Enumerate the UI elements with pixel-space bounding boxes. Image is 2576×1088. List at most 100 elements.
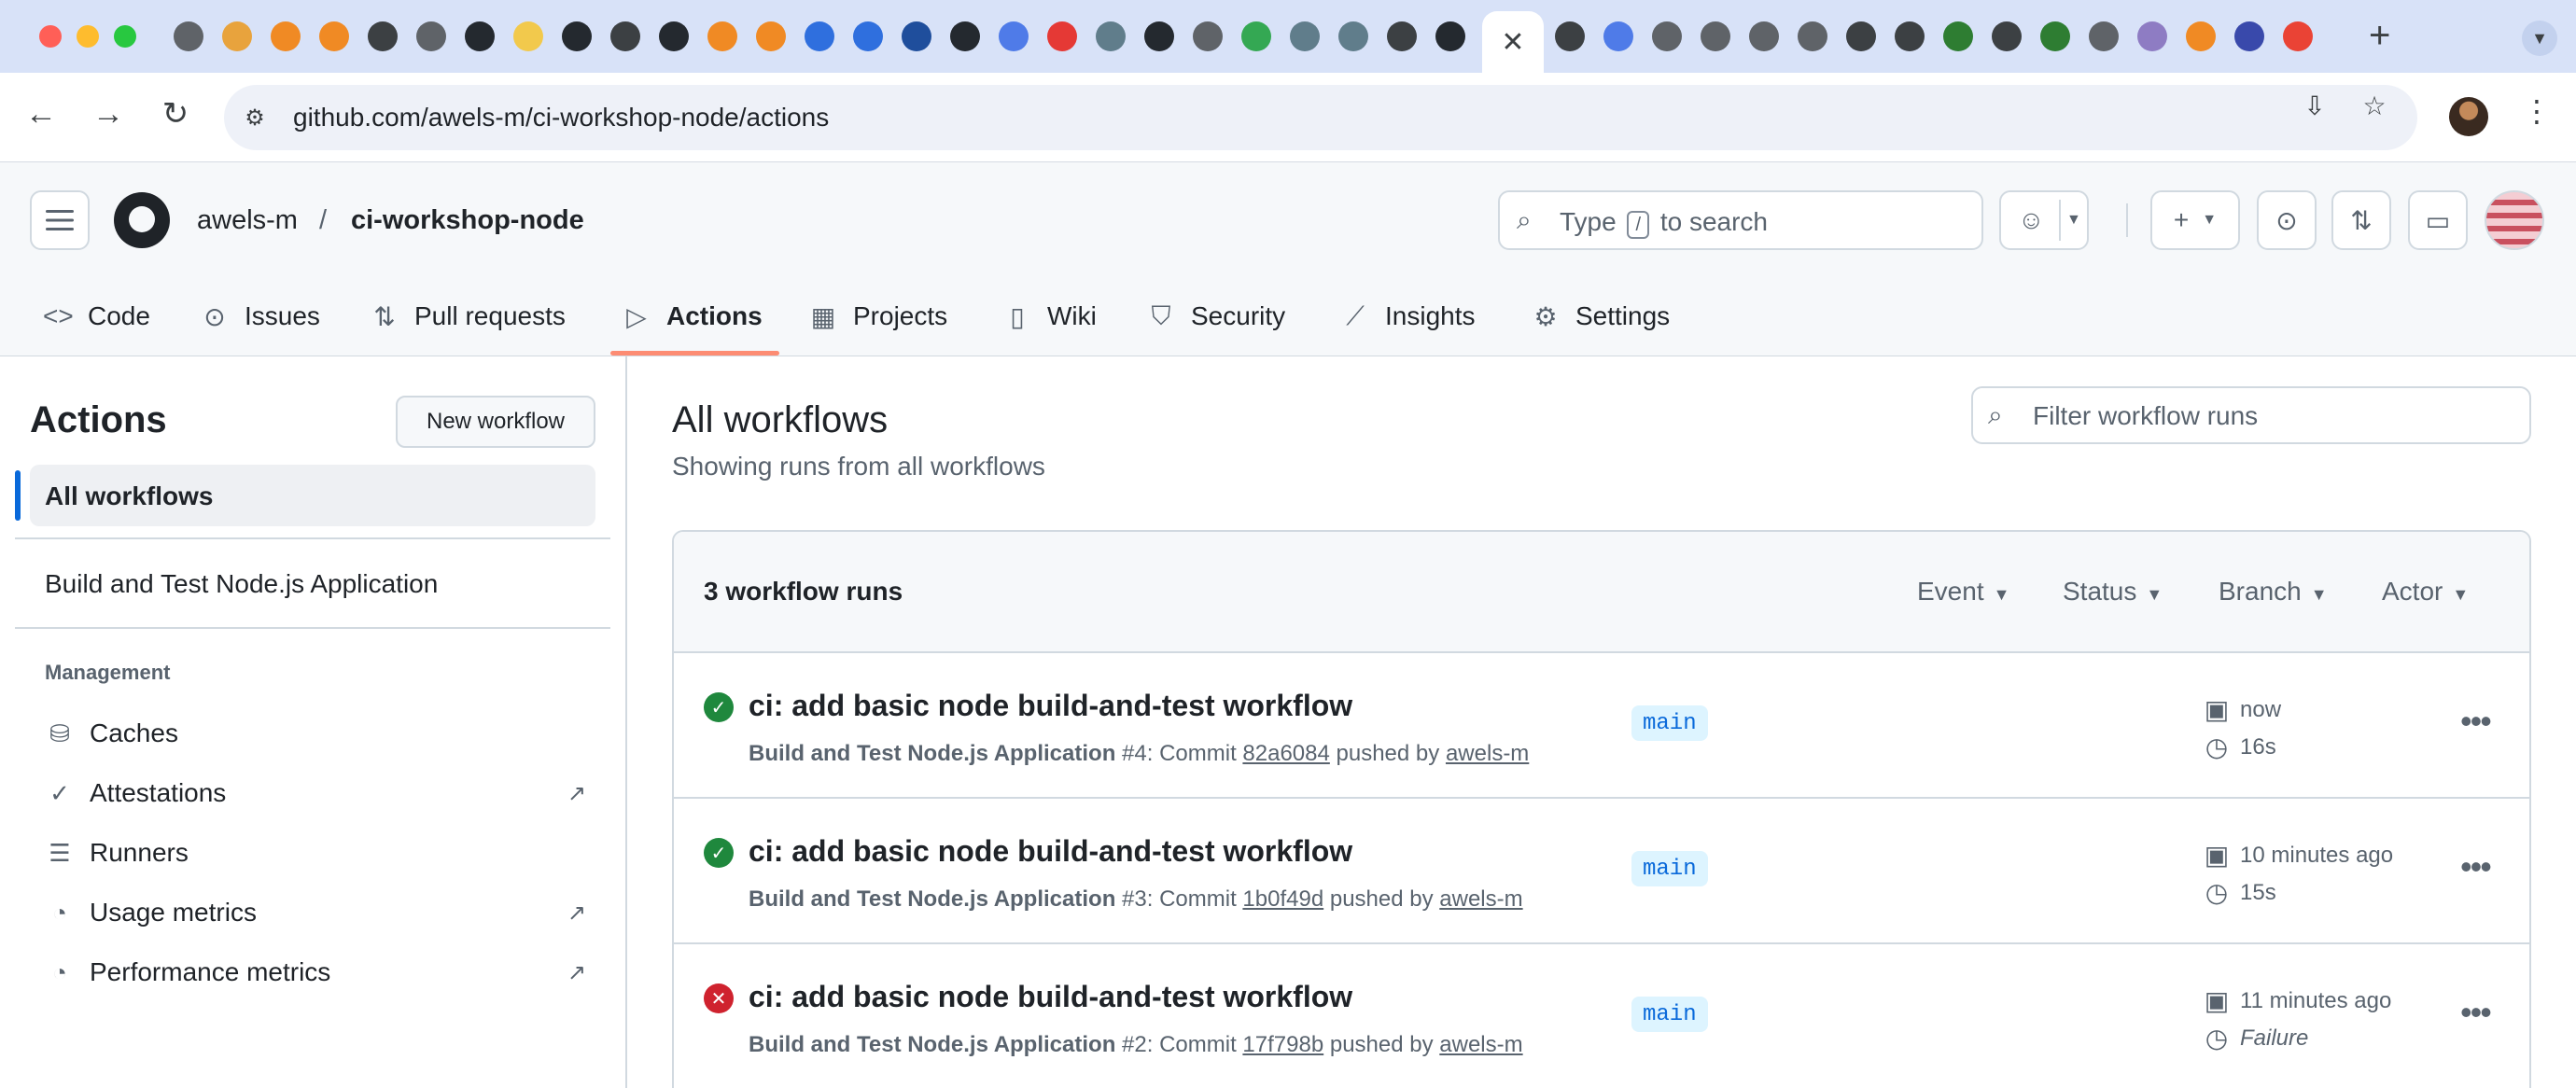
sidebar-item-workflow[interactable]: Build and Test Node.js Application xyxy=(45,569,438,599)
install-icon[interactable]: ⇩ xyxy=(2298,89,2331,122)
run-menu-button[interactable]: ••• xyxy=(2460,702,2492,741)
tab-issues[interactable]: ⊙ Issues xyxy=(200,276,320,356)
youtube-tab-icon[interactable] xyxy=(1047,21,1077,51)
fm-tab-icon[interactable] xyxy=(1144,21,1174,51)
sidebar-item-performance-metrics[interactable]: ◔ Performance metrics ↗ xyxy=(45,954,586,991)
actor-link[interactable]: awels-m xyxy=(1446,741,1529,766)
browser-tab-icon[interactable] xyxy=(2234,21,2264,51)
sidebar-item-caches[interactable]: ⛁ Caches xyxy=(45,715,586,752)
browser-tab-icon[interactable] xyxy=(2186,21,2216,51)
package-tab-icon[interactable] xyxy=(271,21,301,51)
chrome-tab-icon[interactable] xyxy=(174,21,203,51)
browser-tab-icon[interactable] xyxy=(2283,21,2313,51)
workflow-run-row[interactable]: ✕ ci: add basic node build-and-test work… xyxy=(674,944,2529,1088)
docker-tab-icon[interactable] xyxy=(1338,21,1368,51)
browser-tab-icon[interactable] xyxy=(1603,21,1633,51)
pull-requests-button[interactable]: ⇅ xyxy=(2331,190,2391,250)
copilot-button[interactable]: ☺ ▼ xyxy=(1999,190,2089,250)
new-tab-button[interactable]: + xyxy=(2369,17,2390,54)
browser-tab-icon[interactable] xyxy=(1992,21,2022,51)
back-arrow-icon[interactable]: ← xyxy=(21,93,62,134)
issues-button[interactable]: ⊙ xyxy=(2257,190,2317,250)
hamburger-menu-button[interactable] xyxy=(30,190,90,250)
package-tab-icon[interactable] xyxy=(756,21,786,51)
filter-event[interactable]: Event ▼ xyxy=(1917,577,2009,607)
actor-link[interactable]: awels-m xyxy=(1439,1032,1522,1057)
browser-tab-icon[interactable] xyxy=(1749,21,1779,51)
tab-actions[interactable]: ▷ Actions xyxy=(622,276,762,356)
inbox-button[interactable]: ▭ xyxy=(2408,190,2468,250)
package-tab-icon[interactable] xyxy=(319,21,349,51)
browser-tab-icon[interactable] xyxy=(1846,21,1876,51)
browser-tab-icon[interactable] xyxy=(1555,21,1585,51)
browser-tab-icon[interactable] xyxy=(1895,21,1925,51)
filter-workflow-runs[interactable]: ⌕ xyxy=(1971,386,2531,444)
openai-tab-icon[interactable] xyxy=(368,21,398,51)
commit-sha-link[interactable]: 17f798b xyxy=(1242,1032,1323,1057)
chevron-down-icon[interactable]: ▼ xyxy=(2522,21,2557,56)
browser-tab-icon[interactable] xyxy=(2040,21,2070,51)
tab-settings[interactable]: ⚙ Settings xyxy=(1531,276,1670,356)
github-logo-icon[interactable] xyxy=(114,192,170,248)
github-tab-icon[interactable] xyxy=(465,21,495,51)
browser-tab-icon[interactable] xyxy=(1798,21,1827,51)
tab-pull-requests[interactable]: ⇅ Pull requests xyxy=(370,276,566,356)
run-title[interactable]: ci: add basic node build-and-test workfl… xyxy=(749,980,1352,1014)
workflow-run-row[interactable]: ✓ ci: add basic node build-and-test work… xyxy=(674,653,2529,799)
chevron-down-icon[interactable]: ▼ xyxy=(2066,212,2081,229)
browser-tab-icon[interactable] xyxy=(2137,21,2167,51)
global-search-input[interactable]: ⌕ Type / to search xyxy=(1498,190,1983,250)
github-tab-icon[interactable] xyxy=(562,21,592,51)
sidebar-item-label[interactable]: All workflows xyxy=(45,481,213,511)
commit-sha-link[interactable]: 1b0f49d xyxy=(1242,886,1323,912)
url-text[interactable]: github.com/awels-m/ci-workshop-node/acti… xyxy=(293,103,829,133)
openai-tab-icon[interactable] xyxy=(610,21,640,51)
bookmark-star-icon[interactable]: ☆ xyxy=(2358,89,2391,122)
breadcrumb-repo[interactable]: ci-workshop-node xyxy=(351,205,584,236)
active-browser-tab[interactable]: ✕ xyxy=(1482,11,1544,73)
window-minimize-button[interactable] xyxy=(77,25,99,48)
book-tab-icon[interactable] xyxy=(222,21,252,51)
browser-tab-icon[interactable] xyxy=(2089,21,2119,51)
square-tab-icon[interactable] xyxy=(902,21,931,51)
sidebar-item-attestations[interactable]: ✓ Attestations ↗ xyxy=(45,774,586,812)
create-new-button[interactable]: + ▼ xyxy=(2150,190,2240,250)
run-menu-button[interactable]: ••• xyxy=(2460,847,2492,886)
reload-icon[interactable]: ↻ xyxy=(155,93,196,134)
tab-code[interactable]: <> Code xyxy=(43,276,150,356)
actor-link[interactable]: awels-m xyxy=(1439,886,1522,912)
browser-tab-icon[interactable] xyxy=(1652,21,1682,51)
breadcrumb-owner[interactable]: awels-m xyxy=(197,205,298,236)
run-title[interactable]: ci: add basic node build-and-test workfl… xyxy=(749,689,1352,723)
filter-actor[interactable]: Actor ▼ xyxy=(2382,577,2469,607)
commit-sha-link[interactable]: 82a6084 xyxy=(1242,741,1329,766)
chrome-tab-icon[interactable] xyxy=(1193,21,1223,51)
browser-tab-icon[interactable] xyxy=(1943,21,1973,51)
user-avatar[interactable] xyxy=(2485,190,2544,250)
branch-badge[interactable]: main xyxy=(1631,851,1708,886)
browser-tab-icon[interactable] xyxy=(1701,21,1730,51)
azure-tab-icon[interactable] xyxy=(853,21,883,51)
browser-profile-avatar[interactable] xyxy=(2449,97,2488,136)
site-settings-icon[interactable]: ⚙ xyxy=(241,104,269,132)
filter-input[interactable] xyxy=(2033,398,2499,435)
docker-tab-icon[interactable] xyxy=(1290,21,1320,51)
branch-badge[interactable]: main xyxy=(1631,705,1708,741)
run-menu-button[interactable]: ••• xyxy=(2460,993,2492,1032)
docker-tab-icon[interactable] xyxy=(1096,21,1126,51)
new-workflow-button[interactable]: New workflow xyxy=(396,396,595,448)
filter-branch[interactable]: Branch ▼ xyxy=(2219,577,2328,607)
openai-tab-icon[interactable] xyxy=(1387,21,1417,51)
sidebar-item-runners[interactable]: ☰ Runners xyxy=(45,834,586,872)
browser-menu-icon[interactable]: ⋮ xyxy=(2522,93,2552,129)
app-tab-icon[interactable] xyxy=(1435,21,1465,51)
sidebar-item-usage-metrics[interactable]: ◔ Usage metrics ↗ xyxy=(45,894,586,931)
tab-wiki[interactable]: ▯ Wiki xyxy=(1002,276,1097,356)
note-tab-icon[interactable] xyxy=(513,21,543,51)
package-tab-icon[interactable] xyxy=(707,21,737,51)
jetbrains-tab-icon[interactable] xyxy=(950,21,980,51)
workflow-run-row[interactable]: ✓ ci: add basic node build-and-test work… xyxy=(674,799,2529,944)
tab-insights[interactable]: ⟋ Insights xyxy=(1340,276,1475,356)
window-maximize-button[interactable] xyxy=(114,25,136,48)
kubernetes-tab-icon[interactable] xyxy=(999,21,1029,51)
